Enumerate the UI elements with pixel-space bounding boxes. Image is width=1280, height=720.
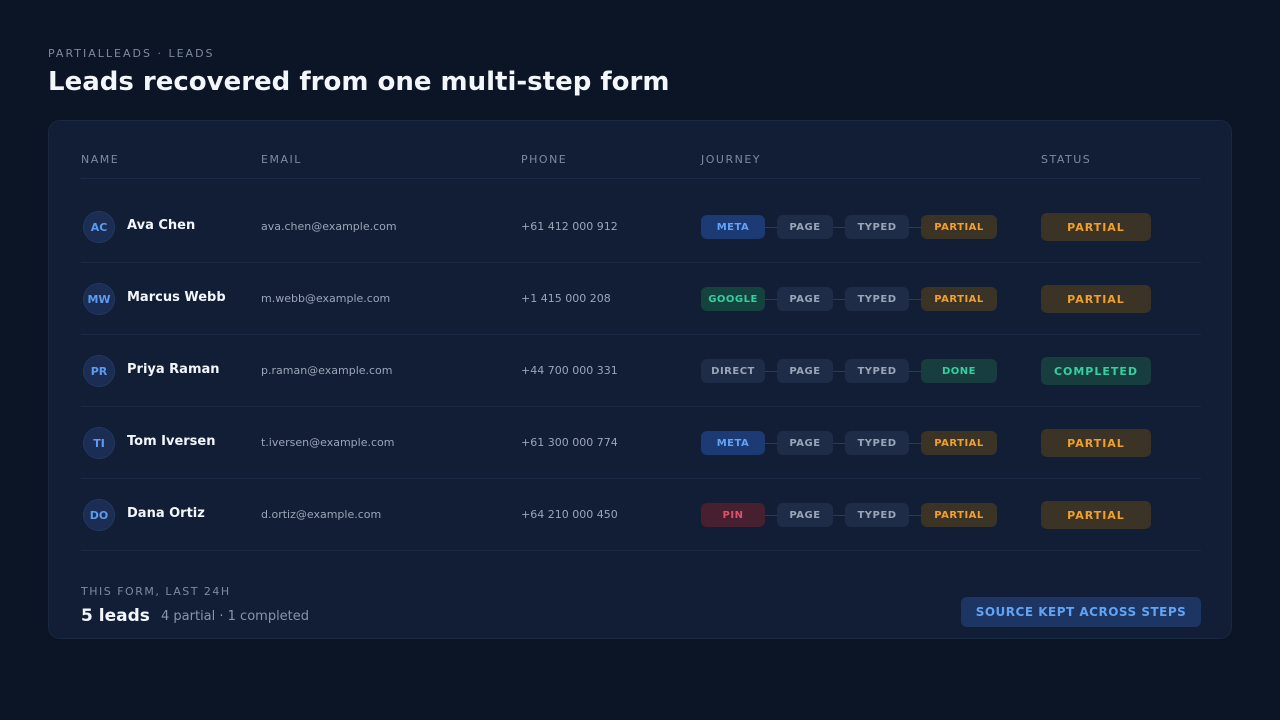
lead-email: ava.chen@example.com [261,220,397,233]
lead-phone: +44 700 000 331 [521,364,618,377]
lead-name[interactable]: Priya Raman [127,362,220,377]
status-badge: COMPLETED [1041,357,1151,385]
lead-name[interactable]: Dana Ortiz [127,506,205,521]
journey-chip-step: PAGE [777,431,833,455]
table-row[interactable]: DO Dana Ortiz d.ortiz@example.com +64 210 0… [81,479,1201,551]
journey-chip-partial: PARTIAL [921,215,997,239]
column-header-journey[interactable]: JOURNEY [701,153,761,166]
journey-chip-step: TYPED [845,287,909,311]
journey-chip-pin: PIN [701,503,765,527]
journey-chip-step: PAGE [777,287,833,311]
journey-chip-partial: PARTIAL [921,503,997,527]
lead-email: m.webb@example.com [261,292,391,305]
journey-chip-step: TYPED [845,215,909,239]
lead-email: d.ortiz@example.com [261,508,382,521]
lead-name[interactable]: Ava Chen [127,218,195,233]
source-kept-button[interactable]: SOURCE KEPT ACROSS STEPS [961,597,1201,627]
avatar: MW [83,283,115,315]
page-title: Leads recovered from one multi-step form [48,67,670,97]
avatar: TI [83,427,115,459]
journey-chip-direct: DIRECT [701,359,765,383]
lead-name[interactable]: Marcus Webb [127,290,226,305]
status-badge: PARTIAL [1041,285,1151,313]
avatar: PR [83,355,115,387]
status-badge: PARTIAL [1041,501,1151,529]
column-header-status[interactable]: STATUS [1041,153,1091,166]
footer-lead-count: 5 leads [81,606,150,626]
lead-phone: +1 415 000 208 [521,292,611,305]
journey-chip-partial: PARTIAL [921,287,997,311]
journey-track: META PAGE TYPED PARTIAL [701,431,1001,455]
journey-track: GOOGLE PAGE TYPED PARTIAL [701,287,1001,311]
journey-track: PIN PAGE TYPED PARTIAL [701,503,1001,527]
lead-email: t.iversen@example.com [261,436,395,449]
footer-summary: 4 partial · 1 completed [161,609,310,624]
journey-chip-meta: META [701,431,765,455]
lead-name[interactable]: Tom Iversen [127,434,216,449]
table-row[interactable]: AC Ava Chen ava.chen@example.com +61 412 00… [81,191,1201,263]
journey-chip-step: TYPED [845,359,909,383]
leads-card: NAME EMAIL PHONE JOURNEY STATUS AC Ava Ch… [48,120,1232,639]
lead-phone: +64 210 000 450 [521,508,618,521]
avatar: AC [83,211,115,243]
journey-chip-partial: PARTIAL [921,431,997,455]
journey-track: META PAGE TYPED PARTIAL [701,215,1001,239]
journey-chip-step: TYPED [845,431,909,455]
footer-label: THIS FORM, LAST 24H [81,585,231,598]
column-header-email[interactable]: EMAIL [261,153,302,166]
column-header-phone[interactable]: PHONE [521,153,567,166]
table-header: NAME EMAIL PHONE JOURNEY STATUS [81,121,1201,179]
journey-chip-step: PAGE [777,503,833,527]
avatar: DO [83,499,115,531]
lead-phone: +61 412 000 912 [521,220,618,233]
table-row[interactable]: TI Tom Iversen t.iversen@example.com +61 30… [81,407,1201,479]
journey-chip-step: TYPED [845,503,909,527]
journey-chip-meta: META [701,215,765,239]
journey-chip-step: PAGE [777,215,833,239]
journey-chip-google: GOOGLE [701,287,765,311]
status-badge: PARTIAL [1041,213,1151,241]
lead-phone: +61 300 000 774 [521,436,618,449]
column-header-name[interactable]: NAME [81,153,119,166]
journey-chip-done: DONE [921,359,997,383]
table-row[interactable]: MW Marcus Webb m.webb@example.com +1 415 00… [81,263,1201,335]
table-row[interactable]: PR Priya Raman p.raman@example.com +44 700 … [81,335,1201,407]
page-eyebrow: PARTIALLEADS · LEADS [48,47,215,60]
journey-chip-step: PAGE [777,359,833,383]
status-badge: PARTIAL [1041,429,1151,457]
lead-email: p.raman@example.com [261,364,393,377]
journey-track: DIRECT PAGE TYPED DONE [701,359,1001,383]
